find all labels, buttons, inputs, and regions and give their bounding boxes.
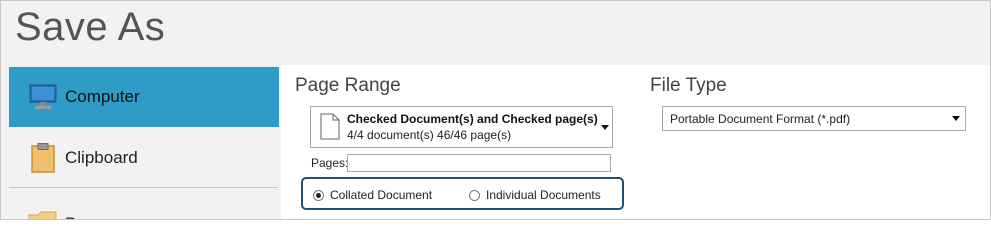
sidebar-item-label: Computer bbox=[65, 87, 140, 106]
monitor-icon bbox=[27, 81, 59, 113]
page-range-heading: Page Range bbox=[295, 75, 401, 96]
page-title: Save As bbox=[15, 5, 166, 49]
folder-icon bbox=[27, 205, 59, 219]
collated-document-radio[interactable]: Collated Document bbox=[313, 188, 432, 202]
radio-selected-indicator bbox=[313, 189, 324, 201]
individual-documents-radio[interactable]: Individual Documents bbox=[469, 188, 601, 202]
save-as-window: Save As Computer Clipboard Page Range Ch… bbox=[0, 0, 991, 220]
sidebar-item-browse[interactable]: B bbox=[9, 197, 279, 219]
radio-label: Collated Document bbox=[330, 188, 433, 202]
sidebar-item-clipboard[interactable]: Clipboard bbox=[9, 128, 279, 188]
sidebar-item-label: Clipboard bbox=[65, 148, 138, 167]
page-range-dropdown[interactable]: Checked Document(s) and Checked page(s) … bbox=[310, 106, 613, 148]
clipboard-icon bbox=[27, 142, 59, 174]
collation-radio-group: Collated Document Individual Documents bbox=[301, 177, 624, 210]
pages-label: Pages: bbox=[311, 156, 349, 170]
radio-label: Individual Documents bbox=[486, 188, 601, 202]
sidebar-divider bbox=[9, 187, 278, 188]
chevron-down-icon bbox=[952, 116, 960, 121]
header: Save As bbox=[1, 1, 990, 65]
document-icon bbox=[320, 113, 340, 145]
radio-unselected-indicator bbox=[469, 189, 480, 201]
file-type-value: Portable Document Format (*.pdf) bbox=[670, 112, 851, 126]
page-range-selection-detail: 4/4 document(s) 46/46 page(s) bbox=[347, 128, 512, 142]
file-type-heading: File Type bbox=[650, 75, 727, 96]
file-type-dropdown[interactable]: Portable Document Format (*.pdf) bbox=[662, 106, 966, 131]
sidebar-item-computer[interactable]: Computer bbox=[9, 67, 279, 127]
chevron-down-icon bbox=[601, 125, 609, 130]
sidebar-item-label: B bbox=[65, 214, 76, 219]
pages-input[interactable] bbox=[347, 154, 611, 172]
page-range-selection-title: Checked Document(s) and Checked page(s) bbox=[347, 112, 598, 126]
